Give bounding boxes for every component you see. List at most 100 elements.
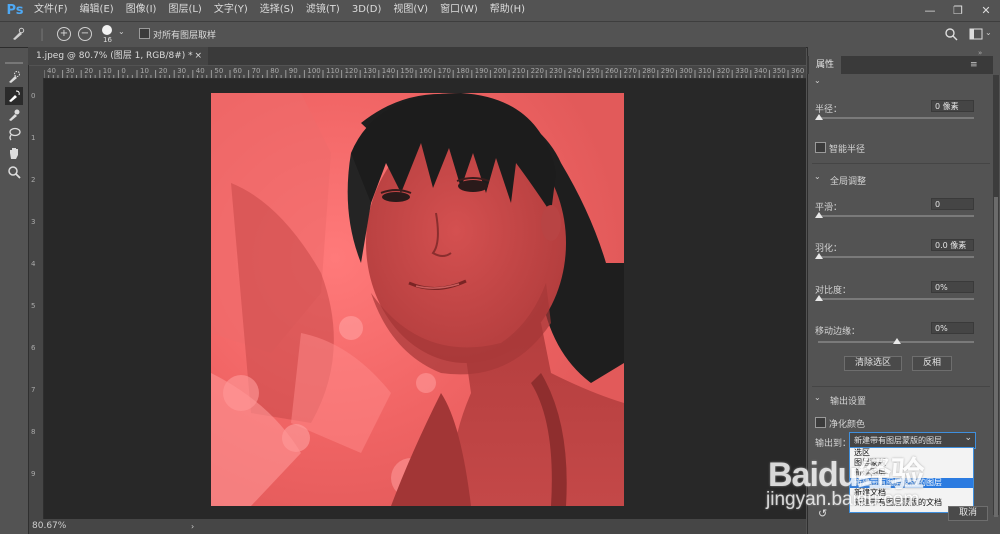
menu-window[interactable]: 窗口(W) — [434, 0, 484, 20]
options-bar: | + − 16 ⌄ 对所有图层取样 ⌄ — [0, 21, 1000, 48]
chevron-down-icon[interactable]: ⌄ — [964, 433, 972, 443]
ruler-horizontal-label: 280 — [642, 67, 656, 75]
ruler-horizontal-label: 180 — [456, 67, 470, 75]
ruler-horizontal-label: 290 — [660, 67, 675, 75]
brush-size-value: 16 — [103, 36, 112, 44]
minimize-button[interactable]: — — [916, 0, 944, 20]
ruler-vertical-label: 6 — [31, 344, 36, 352]
add-to-selection-icon[interactable]: + — [56, 26, 72, 42]
smooth-slider-thumb[interactable] — [815, 212, 823, 218]
shift-edge-slider-thumb[interactable] — [893, 338, 901, 344]
brush-picker-chevron-icon[interactable]: ⌄ — [118, 27, 125, 36]
divider — [812, 163, 990, 164]
menu-edit[interactable]: 编辑(E) — [74, 0, 120, 20]
contrast-slider-thumb[interactable] — [815, 295, 823, 301]
ruler-vertical: 0 1 2 3 4 5 6 7 8 9 — [29, 78, 44, 519]
shift-edge-label: 移动边缘： — [815, 327, 861, 337]
options-divider: | — [39, 27, 45, 41]
quick-selection-tool-icon[interactable] — [5, 68, 23, 86]
smooth-field[interactable]: 0 — [931, 198, 974, 210]
ruler-horizontal-label: 0 — [121, 67, 126, 75]
ruler-horizontal-label: 140 — [381, 67, 396, 75]
radius-slider-thumb[interactable] — [815, 114, 823, 120]
menu-3d[interactable]: 3D(D) — [346, 0, 388, 20]
ruler-vertical-label: 4 — [31, 260, 36, 268]
contrast-field[interactable]: 0% — [931, 281, 974, 293]
ruler-horizontal-label: 190 — [474, 67, 489, 75]
lasso-tool-icon[interactable] — [5, 125, 23, 143]
shift-edge-field[interactable]: 0% — [931, 322, 974, 334]
zoom-level[interactable]: 80.67% — [32, 519, 66, 534]
ruler-vertical-label: 0 — [31, 92, 36, 100]
refine-radius-tool-icon[interactable] — [10, 26, 26, 42]
ruler-horizontal-label: 330 — [735, 67, 749, 75]
chevron-down-icon[interactable]: ⌄ — [814, 393, 821, 402]
decontaminate-checkbox[interactable] — [815, 417, 826, 431]
feather-field[interactable]: 0.0 像素 — [931, 239, 974, 251]
global-adjust-heading[interactable]: 全局调整 — [830, 174, 866, 187]
menu-filter[interactable]: 滤镜(T) — [300, 0, 346, 20]
ruler-horizontal-label: 240 — [567, 67, 582, 75]
subtract-from-selection-icon[interactable]: − — [77, 26, 93, 42]
photoshop-logo: Ps — [6, 2, 24, 18]
ruler-horizontal-label: 270 — [623, 67, 637, 75]
ruler-horizontal-label: 340 — [753, 67, 768, 75]
tab-properties[interactable]: 属性 — [809, 56, 841, 74]
zoom-tool-icon[interactable] — [5, 163, 23, 181]
smart-radius-checkbox[interactable] — [815, 142, 826, 156]
ruler-vertical-label: 8 — [31, 428, 36, 436]
radius-field[interactable]: 0 像素 — [931, 100, 974, 112]
tools-panel — [0, 60, 29, 534]
ruler-horizontal-label: 40 — [47, 67, 56, 75]
workspace-icon[interactable] — [968, 26, 984, 42]
ruler-horizontal-label: 30 — [65, 67, 75, 75]
ruler-corner — [29, 66, 44, 78]
restore-button[interactable]: ❐ — [944, 0, 972, 20]
document-tab[interactable]: 1.jpeg @ 80.7% (图层 1, RGB/8#) * × — [28, 47, 208, 65]
menu-select[interactable]: 选择(S) — [254, 0, 300, 20]
brush-preview-icon[interactable] — [102, 25, 112, 35]
menu-image[interactable]: 图像(I) — [120, 0, 163, 20]
photo-with-mask-overlay[interactable] — [211, 93, 624, 506]
close-document-icon[interactable]: × — [194, 47, 202, 65]
sample-all-layers-checkbox[interactable] — [139, 28, 150, 42]
chevron-down-icon[interactable]: ⌄ — [814, 172, 821, 181]
ruler-vertical-label: 1 — [31, 134, 36, 142]
radius-slider-track[interactable] — [818, 117, 974, 119]
menu-help[interactable]: 帮助(H) — [484, 0, 531, 20]
ruler-horizontal-label: 220 — [530, 67, 544, 75]
invert-button[interactable]: 反相 — [912, 356, 952, 371]
decontaminate-label: 净化颜色 — [829, 420, 866, 430]
ruler-horizontal-label: 320 — [716, 67, 730, 75]
close-button[interactable]: ✕ — [972, 0, 1000, 20]
workspace-chevron-icon[interactable]: ⌄ — [985, 28, 992, 37]
watermark-url: jingyan.baidu.com — [766, 489, 920, 510]
panel-scrollbar-thumb[interactable] — [994, 197, 998, 517]
search-icon[interactable] — [943, 26, 959, 42]
refine-radius-tool-icon[interactable] — [5, 87, 23, 105]
panel-menu-icon[interactable]: ≡ — [970, 60, 978, 70]
ruler-horizontal-label: 210 — [512, 67, 526, 75]
hand-tool-icon[interactable] — [5, 144, 23, 162]
contrast-slider-track[interactable] — [818, 298, 974, 300]
brush-tool-icon[interactable] — [5, 106, 23, 124]
status-bar: 80.67% › — [29, 519, 806, 534]
feather-slider-thumb[interactable] — [815, 253, 823, 259]
chevron-down-icon[interactable]: ⌄ — [814, 76, 821, 85]
smooth-slider-track[interactable] — [818, 215, 974, 217]
menu-view[interactable]: 视图(V) — [387, 0, 434, 20]
menu-type[interactable]: 文字(Y) — [208, 0, 254, 20]
feather-slider-track[interactable] — [818, 256, 974, 258]
document-tab-title: 1.jpeg @ 80.7% (图层 1, RGB/8#) * — [36, 51, 193, 61]
status-expand-icon[interactable]: › — [191, 519, 194, 534]
clear-selection-button[interactable]: 清除选区 — [844, 356, 902, 371]
ruler-horizontal-label: 110 — [326, 67, 340, 75]
menu-file[interactable]: 文件(F) — [28, 0, 74, 20]
smart-radius-label: 智能半径 — [829, 145, 866, 155]
ruler-horizontal-label: 90 — [288, 67, 298, 75]
output-settings-heading[interactable]: 输出设置 — [830, 394, 866, 407]
ruler-horizontal-label: 150 — [400, 67, 414, 75]
menu-layer[interactable]: 图层(L) — [162, 0, 207, 20]
ruler-vertical-label: 5 — [31, 302, 36, 310]
toolbar-grip[interactable] — [5, 62, 23, 64]
